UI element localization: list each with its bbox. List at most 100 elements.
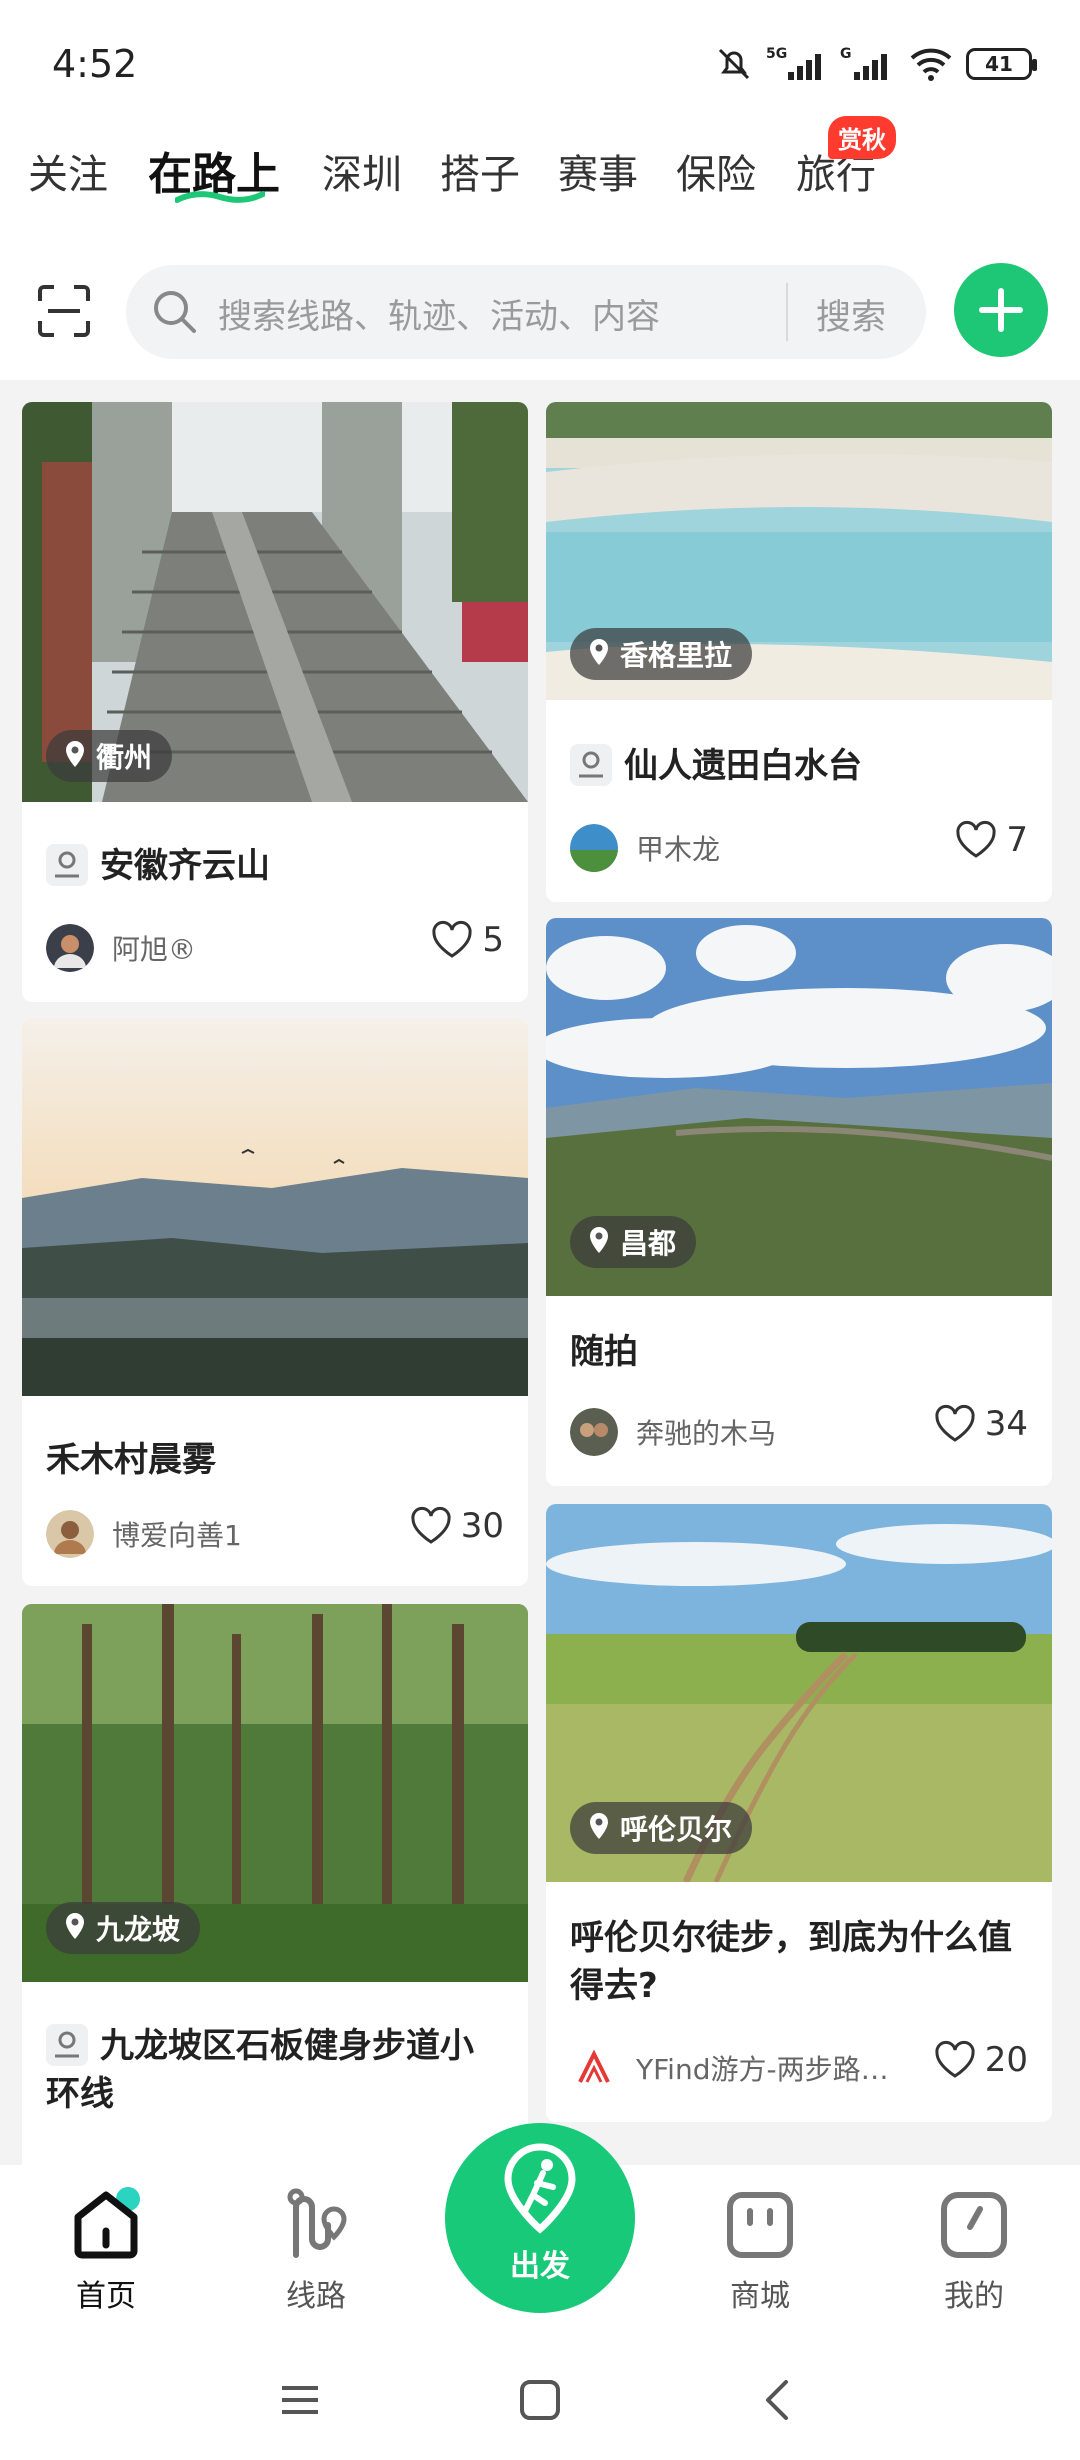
tab-badge: 赏秋 — [828, 116, 896, 159]
route-icon — [46, 843, 88, 886]
svg-text:5G: 5G — [766, 46, 787, 62]
search-icon — [154, 291, 196, 333]
feed-card[interactable]: 香格里拉 仙人遗田白水台 甲木龙 7 — [546, 402, 1052, 902]
profile-icon — [941, 2192, 1007, 2258]
search-input[interactable]: 搜索线路、轨迹、活动、内容 搜索 — [126, 265, 926, 359]
nav-me-label: 我的 — [944, 2279, 1004, 2314]
location-pin-icon — [66, 1913, 84, 1939]
hiker-icon — [504, 2143, 576, 2234]
like-button[interactable]: 20 — [933, 2040, 1028, 2080]
search-divider — [786, 283, 788, 341]
avatar — [570, 824, 618, 872]
author-name: 奔驰的木马 — [636, 1417, 777, 1450]
card-photo-morning-mist — [22, 1018, 528, 1396]
nav-home[interactable]: 首页 — [36, 2185, 176, 2315]
feed-card[interactable]: 九龙坡 九龙坡区石板健身步道小环线 — [22, 1604, 528, 2204]
tab-active-indicator — [175, 191, 265, 203]
location-tag: 衢州 — [46, 730, 173, 782]
card-title: 呼伦贝尔徒步，到底为什么值得去? — [570, 1918, 1012, 2006]
card-title: 随拍 — [570, 1332, 638, 1372]
card-author[interactable]: 博爱向善1 — [46, 1510, 242, 1558]
search-row: 搜索线路、轨迹、活动、内容 搜索 — [0, 245, 1080, 380]
tab-shenzhen[interactable]: 深圳 — [322, 142, 402, 200]
location-pin-icon — [590, 639, 608, 665]
tab-events[interactable]: 赛事 — [558, 142, 638, 200]
status-bar: 4:52 5G G 41 — [0, 0, 1080, 130]
status-icons: 5G G 41 — [714, 44, 1037, 84]
feed-card[interactable]: 衢州 安徽齐云山 阿旭® 5 — [22, 402, 528, 1002]
like-button[interactable]: 5 — [430, 920, 504, 960]
heart-icon — [411, 1506, 451, 1544]
heart-icon — [432, 920, 472, 958]
menu-icon[interactable] — [278, 2380, 322, 2420]
nav-me[interactable]: 我的 — [904, 2185, 1044, 2315]
like-count: 30 — [460, 1506, 504, 1546]
route-icon — [46, 2023, 88, 2066]
home-square-icon[interactable] — [518, 2378, 562, 2422]
nav-routes-label: 线路 — [286, 2279, 346, 2314]
author-name: YFind游方-两步路官方 — [636, 2053, 896, 2086]
battery-icon: 41 — [966, 48, 1037, 80]
location-tag: 昌都 — [570, 1216, 697, 1268]
location-label: 九龙坡 — [96, 1913, 181, 1946]
nav-shop-label: 商城 — [730, 2279, 790, 2314]
back-icon[interactable] — [756, 2378, 800, 2422]
like-count: 20 — [984, 2040, 1028, 2080]
location-tag: 香格里拉 — [570, 628, 753, 680]
tab-buddies[interactable]: 搭子 — [440, 142, 520, 200]
avatar — [46, 1510, 94, 1558]
signal-g-icon: G — [840, 46, 887, 80]
heart-icon — [935, 1404, 975, 1442]
location-pin-icon — [66, 741, 84, 767]
card-title: 安徽齐云山 — [46, 842, 270, 890]
home-icon — [74, 2187, 140, 2259]
avatar — [570, 2044, 618, 2092]
card-author[interactable]: 甲木龙 — [570, 824, 720, 872]
route-icon — [570, 743, 612, 786]
tab-follow[interactable]: 关注 — [28, 142, 108, 200]
like-count: 7 — [1006, 820, 1028, 860]
add-post-button[interactable] — [954, 263, 1048, 357]
location-pin-icon — [590, 1813, 608, 1839]
location-label: 呼伦贝尔 — [620, 1813, 733, 1846]
scan-icon[interactable] — [36, 283, 92, 339]
nav-shop[interactable]: 商城 — [690, 2185, 830, 2315]
nav-routes[interactable]: 线路 — [246, 2185, 386, 2315]
author-name: 甲木龙 — [636, 833, 721, 866]
avatar — [570, 1408, 618, 1456]
author-name: 博爱向善1 — [112, 1519, 242, 1552]
search-button[interactable]: 搜索 — [816, 289, 886, 340]
like-count: 34 — [984, 1404, 1028, 1444]
card-title: 禾木村晨雾 — [46, 1440, 216, 1480]
card-author[interactable]: YFind游方-两步路官方 — [570, 2044, 896, 2092]
location-tag: 九龙坡 — [46, 1902, 201, 1954]
author-name: 阿旭® — [112, 933, 197, 966]
feed-card[interactable]: 呼伦贝尔 呼伦贝尔徒步，到底为什么值得去? YFind游方-两步路官方 20 — [546, 1504, 1052, 2122]
search-placeholder: 搜索线路、轨迹、活动、内容 — [218, 297, 660, 337]
system-nav-bar — [0, 2340, 1080, 2460]
card-title: 仙人遗田白水台 — [570, 742, 862, 790]
nav-home-label: 首页 — [76, 2279, 136, 2314]
feed-card[interactable]: 昌都 随拍 奔驰的木马 34 — [546, 918, 1052, 1486]
like-count: 5 — [482, 920, 504, 960]
app-root: 4:52 5G G 41 关注 在路上 深圳 搭子 赛事 保险 旅行 赏秋 搜索… — [0, 0, 1080, 2460]
card-title: 九龙坡区石板健身步道小环线 — [46, 2022, 506, 2118]
go-label: 出发 — [510, 2249, 570, 2284]
wifi-icon — [910, 48, 952, 81]
route-map-icon — [287, 2188, 347, 2258]
heart-icon — [935, 2040, 975, 2078]
like-button[interactable]: 30 — [409, 1506, 504, 1546]
location-label: 昌都 — [620, 1227, 677, 1260]
feed-card[interactable]: 禾木村晨雾 博爱向善1 30 — [22, 1018, 528, 1586]
heart-icon — [956, 820, 996, 858]
like-button[interactable]: 7 — [954, 820, 1028, 860]
shop-bag-icon — [727, 2192, 793, 2258]
location-tag: 呼伦贝尔 — [570, 1802, 753, 1854]
card-author[interactable]: 阿旭® — [46, 924, 196, 972]
card-author[interactable]: 奔驰的木马 — [570, 1408, 776, 1456]
like-button[interactable]: 34 — [933, 1404, 1028, 1444]
start-hike-button[interactable]: 出发 — [445, 2123, 635, 2313]
signal-5g-icon: 5G — [766, 46, 821, 80]
tab-insurance[interactable]: 保险 — [676, 142, 756, 200]
category-tabs: 关注 在路上 深圳 搭子 赛事 保险 旅行 赏秋 — [0, 116, 1080, 245]
